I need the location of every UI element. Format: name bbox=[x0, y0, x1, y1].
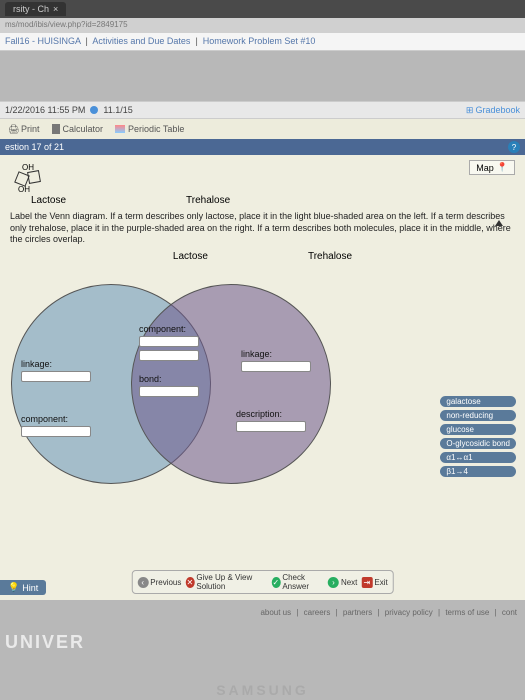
hint-button[interactable]: 💡 Hint bbox=[0, 580, 46, 595]
term-glucose[interactable]: glucose bbox=[440, 424, 516, 435]
molecule-labels: Lactose Trehalose bbox=[31, 195, 519, 206]
table-icon bbox=[115, 125, 125, 133]
x-circle-icon: ✕ bbox=[185, 577, 194, 588]
gradebook-link[interactable]: ⊞ Gradebook bbox=[466, 105, 520, 116]
periodic-table-button[interactable]: Periodic Table bbox=[115, 124, 184, 134]
calculator-button[interactable]: Calculator bbox=[52, 124, 104, 134]
venn-diagram-area: Lactose Trehalose linkage: component: co… bbox=[6, 251, 519, 531]
device-brand: SAMSUNG bbox=[216, 682, 309, 698]
footer-links: about us | careers | partners | privacy … bbox=[5, 608, 520, 617]
exit-button[interactable]: ⇥ Exit bbox=[361, 577, 387, 588]
footer-about[interactable]: about us bbox=[260, 608, 291, 617]
term-o-glycosidic[interactable]: O-glycosidic bond bbox=[440, 438, 516, 449]
venn-container: linkage: component: component: bond: lin… bbox=[11, 264, 351, 514]
chevron-right-icon: › bbox=[328, 577, 339, 588]
nav-bar: ‹ Previous ✕ Give Up & View Solution ✓ C… bbox=[131, 570, 394, 594]
question-label: estion 17 of 21 bbox=[5, 142, 64, 152]
status-bar: 1/22/2016 11:55 PM 11.1/15 ⊞ Gradebook bbox=[0, 101, 525, 119]
breadcrumb-activities[interactable]: Activities and Due Dates bbox=[92, 36, 190, 46]
footer: about us | careers | partners | privacy … bbox=[0, 600, 525, 685]
scroll-up-icon[interactable] bbox=[495, 220, 503, 226]
footer-careers[interactable]: careers bbox=[304, 608, 331, 617]
breadcrumb-hw[interactable]: Homework Problem Set #10 bbox=[203, 36, 316, 46]
browser-tab-bar: rsity - Ch × bbox=[0, 0, 525, 18]
url-bar[interactable]: ms/mod/ibis/view.php?id=2849175 bbox=[0, 18, 525, 33]
slot-description-right[interactable] bbox=[236, 421, 306, 432]
slot-label-description: description: bbox=[236, 409, 282, 419]
lactose-label: Lactose bbox=[31, 195, 66, 206]
footer-terms[interactable]: terms of use bbox=[445, 608, 489, 617]
slot-label-bond: bond: bbox=[139, 374, 162, 384]
slot-label-component-left: component: bbox=[21, 414, 68, 424]
term-alpha-alpha[interactable]: α1↔α1 bbox=[440, 452, 516, 463]
venn-right-label: Trehalose bbox=[308, 251, 352, 262]
datetime: 1/22/2016 11:55 PM bbox=[5, 105, 85, 115]
browser-tab[interactable]: rsity - Ch × bbox=[5, 2, 66, 16]
breadcrumb: Fall16 - HUISINGA | Activities and Due D… bbox=[0, 33, 525, 51]
breadcrumb-course[interactable]: Fall16 - HUISINGA bbox=[5, 36, 81, 46]
next-button[interactable]: › Next bbox=[328, 577, 357, 588]
slot-bond-mid[interactable] bbox=[139, 386, 199, 397]
tab-title: rsity - Ch bbox=[13, 4, 49, 14]
close-icon[interactable]: × bbox=[53, 4, 58, 14]
venn-circle-trehalose[interactable] bbox=[131, 284, 331, 484]
counter: 11.1/15 bbox=[103, 105, 132, 115]
slot-linkage-right[interactable] bbox=[241, 361, 311, 372]
chevron-left-icon: ‹ bbox=[137, 577, 148, 588]
toolbar: 🖨 Print Calculator Periodic Table bbox=[0, 119, 525, 139]
footer-partners[interactable]: partners bbox=[343, 608, 372, 617]
map-icon: 📍 bbox=[497, 162, 508, 173]
slot-component-mid-2[interactable] bbox=[139, 350, 199, 361]
info-icon[interactable]: ? bbox=[508, 141, 520, 153]
print-button[interactable]: 🖨 Print bbox=[8, 124, 40, 134]
slot-label-component-mid: component: bbox=[139, 324, 186, 334]
printer-icon: 🖨 bbox=[8, 124, 18, 134]
slot-linkage-left[interactable] bbox=[21, 371, 91, 382]
molecule-structure-lactose: OH OH bbox=[6, 163, 86, 193]
giveup-button[interactable]: ✕ Give Up & View Solution bbox=[185, 573, 267, 591]
lightbulb-icon: 💡 bbox=[8, 582, 19, 593]
footer-cont[interactable]: cont bbox=[502, 608, 517, 617]
map-button[interactable]: Map 📍 bbox=[469, 160, 515, 175]
slot-component-mid[interactable] bbox=[139, 336, 199, 347]
slot-component-left[interactable] bbox=[21, 426, 91, 437]
check-circle-icon: ✓ bbox=[271, 577, 280, 588]
trehalose-label: Trehalose bbox=[186, 195, 230, 206]
check-answer-button[interactable]: ✓ Check Answer bbox=[271, 573, 324, 591]
term-non-reducing[interactable]: non-reducing bbox=[440, 410, 516, 421]
term-beta[interactable]: β1→4 bbox=[440, 466, 516, 477]
calculator-icon bbox=[52, 124, 60, 134]
grid-icon: ⊞ bbox=[466, 105, 474, 116]
spacer bbox=[0, 51, 525, 101]
instructions-text: Label the Venn diagram. If a term descri… bbox=[6, 211, 519, 246]
exit-icon: ⇥ bbox=[361, 577, 372, 588]
main-content: Map 📍 OH OH Lactose Trehalose Label the … bbox=[0, 155, 525, 600]
slot-label-linkage-right: linkage: bbox=[241, 349, 272, 359]
brand-text: UNIVER bbox=[5, 632, 520, 653]
previous-button[interactable]: ‹ Previous bbox=[137, 577, 181, 588]
term-bank: galactose non-reducing glucose O-glycosi… bbox=[440, 396, 516, 477]
footer-privacy[interactable]: privacy policy bbox=[385, 608, 433, 617]
status-dot-icon bbox=[90, 106, 98, 114]
term-galactose[interactable]: galactose bbox=[440, 396, 516, 407]
venn-left-label: Lactose bbox=[173, 251, 208, 262]
slot-label-linkage-left: linkage: bbox=[21, 359, 52, 369]
question-bar: estion 17 of 21 ? bbox=[0, 139, 525, 155]
